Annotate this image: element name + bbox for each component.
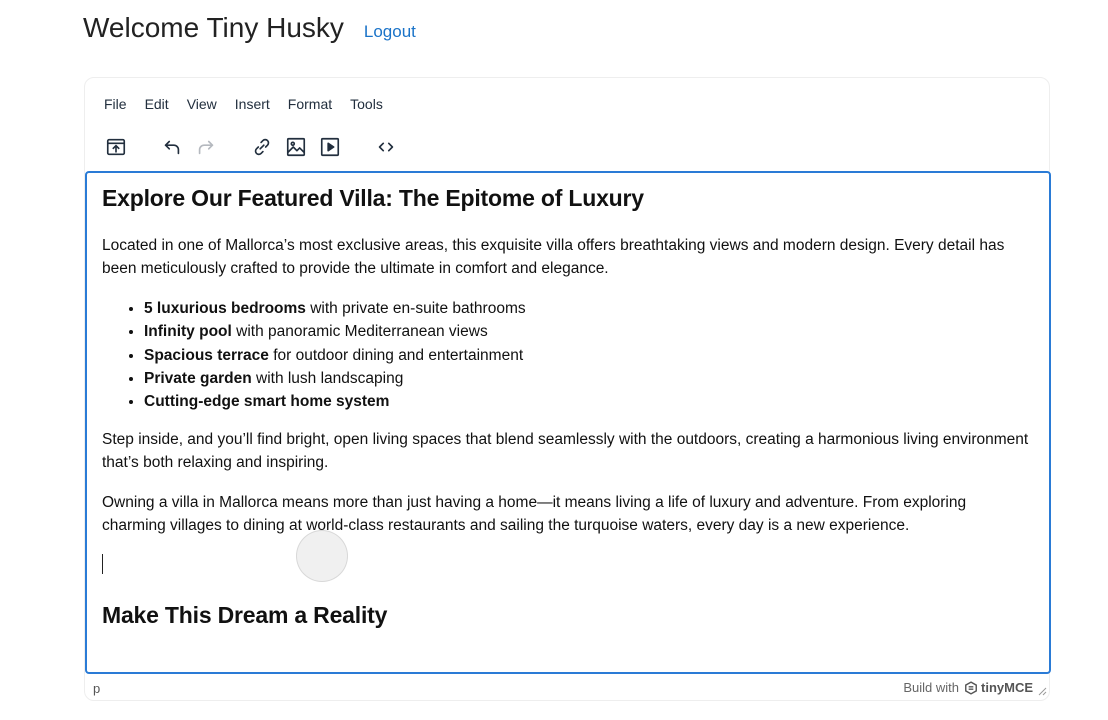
- logout-link[interactable]: Logout: [364, 22, 416, 42]
- statusbar: p Build with tinyMCE: [85, 678, 1051, 700]
- menu-view[interactable]: View: [178, 92, 226, 116]
- menu-insert[interactable]: Insert: [226, 92, 279, 116]
- source-code-button[interactable]: [369, 132, 403, 162]
- code-icon: [378, 142, 394, 152]
- list-item: Private garden with lush landscaping: [144, 367, 1033, 390]
- menubar: File Edit View Insert Format Tools: [95, 92, 392, 116]
- redo-icon: [198, 140, 214, 155]
- editor-content-area[interactable]: Explore Our Featured Villa: The Epitome …: [85, 171, 1051, 674]
- empty-paragraph[interactable]: [102, 554, 1033, 576]
- welcome-title: Welcome Tiny Husky: [83, 12, 344, 43]
- lifestyle-paragraph: Owning a villa in Mallorca means more th…: [102, 494, 967, 535]
- dream-heading: Make This Dream a Reality: [102, 602, 388, 629]
- intro-paragraph: Located in one of Mallorca’s most exclus…: [102, 237, 1005, 277]
- resize-handle-icon[interactable]: [1037, 686, 1047, 696]
- villa-heading: Explore Our Featured Villa: The Epitome …: [102, 185, 644, 211]
- list-item: Cutting-edge smart home system: [144, 390, 1033, 413]
- link-button[interactable]: [245, 132, 279, 162]
- features-list: 5 luxurious bedrooms with private en-sui…: [102, 297, 1033, 413]
- list-item: Spacious terrace for outdoor dining and …: [144, 344, 1033, 367]
- menu-file[interactable]: File: [95, 92, 136, 116]
- living-spaces-paragraph: Step inside, and you’ll find bright, ope…: [102, 431, 1029, 472]
- menu-edit[interactable]: Edit: [136, 92, 178, 116]
- image-button[interactable]: [279, 132, 313, 162]
- tinymce-logo-icon: [965, 680, 977, 695]
- branding[interactable]: Build with tinyMCE: [903, 680, 1033, 695]
- upload-icon: [106, 138, 126, 156]
- list-item: Infinity pool with panoramic Mediterrane…: [144, 320, 1033, 343]
- image-icon: [286, 137, 306, 157]
- element-path[interactable]: p: [93, 681, 100, 696]
- undo-button[interactable]: [155, 132, 189, 162]
- tinymce-brand: tinyMCE: [981, 680, 1033, 695]
- page-header: Welcome Tiny Husky Logout: [83, 12, 416, 52]
- link-icon: [254, 138, 270, 156]
- build-with-label: Build with: [903, 680, 959, 695]
- upload-button[interactable]: [99, 132, 133, 162]
- undo-icon: [164, 140, 180, 155]
- list-item: 5 luxurious bedrooms with private en-sui…: [144, 297, 1033, 320]
- menu-tools[interactable]: Tools: [341, 92, 392, 116]
- rich-text-editor: File Edit View Insert Format Tools Explo…: [84, 77, 1051, 701]
- text-caret: [102, 554, 103, 575]
- media-icon: [320, 137, 340, 157]
- media-button[interactable]: [313, 132, 347, 162]
- menu-format[interactable]: Format: [279, 92, 341, 116]
- redo-button[interactable]: [189, 132, 223, 162]
- toolbar: [99, 131, 403, 163]
